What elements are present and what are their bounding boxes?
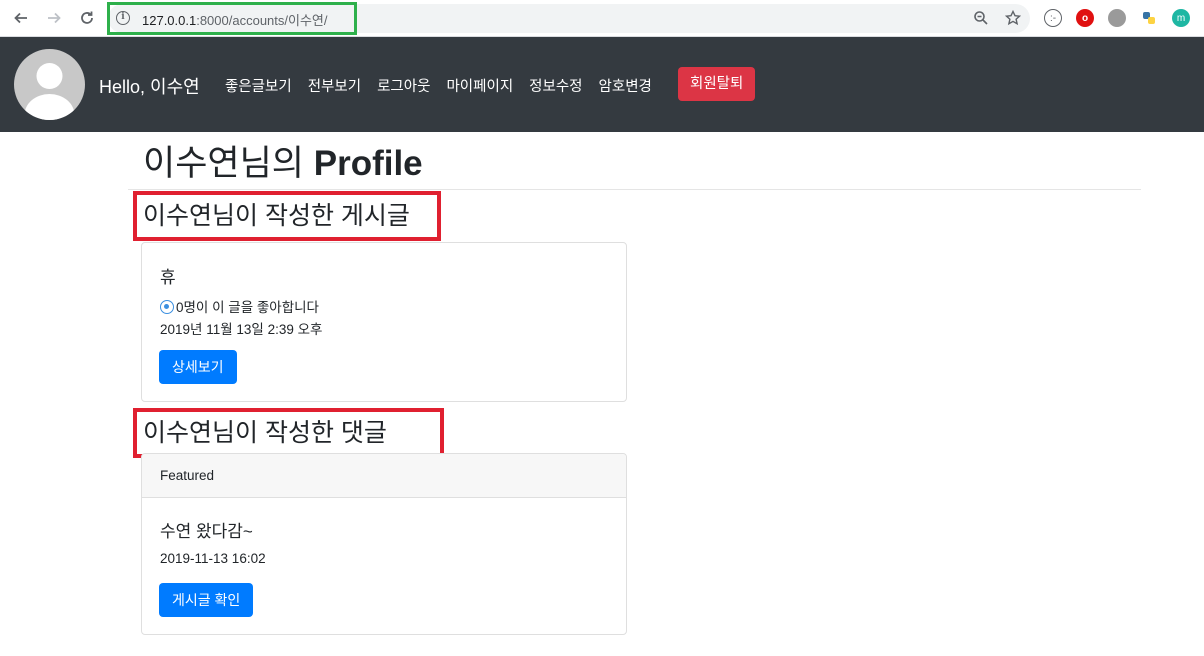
brand-greeting[interactable]: Hello, 이수연	[99, 73, 200, 99]
browser-toolbar: i 127.0.0.1:8000/accounts/이수연/ :- o m	[0, 0, 1204, 37]
post-likes: 0명이 이 글을 좋아합니다	[160, 296, 319, 316]
back-arrow-icon[interactable]	[11, 8, 31, 28]
bookmark-star-icon[interactable]	[1004, 9, 1022, 27]
extension-icon[interactable]: :-	[1044, 9, 1062, 27]
post-date: 2019년 11월 13일 2:39 오후	[160, 322, 323, 337]
post-detail-button[interactable]: 상세보기	[159, 350, 237, 384]
url-highlight-box	[107, 2, 357, 35]
comments-section-heading: 이수연님이 작성한 댓글	[133, 408, 444, 458]
nav-link-edit-info[interactable]: 정보수정	[529, 75, 582, 96]
page-title: 이수연님의 Profile	[143, 144, 423, 183]
avatar	[14, 49, 85, 120]
forward-arrow-icon[interactable]	[44, 8, 64, 28]
nav-link-logout[interactable]: 로그아웃	[377, 75, 430, 96]
nav-link-good-posts[interactable]: 좋은글보기	[225, 75, 292, 96]
like-icon[interactable]	[160, 300, 174, 314]
comment-card-header: Featured	[142, 454, 626, 498]
app-navbar: Hello, 이수연 좋은글보기 전부보기 로그아웃 마이페이지 정보수정 암호…	[0, 37, 1204, 132]
reload-icon[interactable]	[77, 8, 97, 28]
comment-date: 2019-11-13 16:02	[160, 551, 266, 566]
posts-section-heading: 이수연님이 작성한 게시글	[133, 191, 441, 241]
zoom-icon[interactable]	[972, 9, 990, 27]
nav-links: 좋은글보기 전부보기 로그아웃 마이페이지 정보수정 암호변경	[225, 75, 668, 96]
nav-link-mypage[interactable]: 마이페이지	[446, 75, 513, 96]
divider	[128, 189, 1141, 190]
settings-gear-icon[interactable]	[1108, 9, 1126, 27]
withdraw-button[interactable]: 회원탈퇴	[678, 67, 756, 101]
nav-link-change-password[interactable]: 암호변경	[599, 75, 652, 96]
python-icon[interactable]	[1140, 9, 1158, 27]
comment-text: 수연 왔다감~	[160, 522, 253, 541]
adblock-icon[interactable]: o	[1076, 9, 1094, 27]
nav-link-all-posts[interactable]: 전부보기	[308, 75, 361, 96]
extension-m-icon[interactable]: m	[1172, 9, 1190, 27]
post-title: 휴	[160, 268, 176, 287]
comment-card: Featured 수연 왔다감~ 2019-11-13 16:02 게시글 확인	[141, 453, 627, 635]
post-card: 휴 0명이 이 글을 좋아합니다 2019년 11월 13일 2:39 오후 상…	[141, 242, 627, 402]
view-post-button[interactable]: 게시글 확인	[159, 583, 254, 617]
